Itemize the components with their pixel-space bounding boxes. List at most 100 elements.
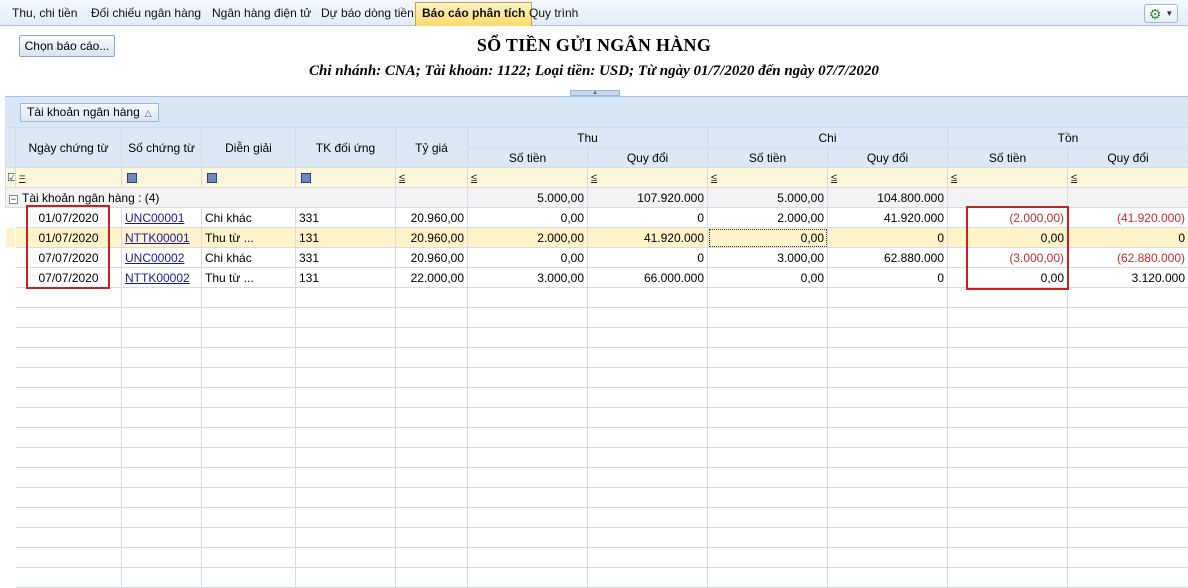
ribbon-tab-bar: Thu, chi tiền Đối chiếu ngân hàng Ngân h… [0, 0, 1188, 26]
cell-date[interactable]: 01/07/2020 [15, 227, 122, 248]
tab-quy-trinh[interactable]: Quy trình [523, 3, 584, 25]
filter-cell-description[interactable] [201, 167, 296, 188]
cell-ton-amount[interactable]: 0,00 [947, 227, 1069, 248]
filter-cell-ton-converted[interactable]: ≤ [1067, 167, 1188, 188]
filter-cell-thu-converted[interactable]: ≤ [587, 167, 708, 188]
cell-chi-amount-focused[interactable]: 0,00 [707, 227, 828, 248]
filter-cell-doc-no[interactable] [121, 167, 202, 188]
cell-exchange-rate[interactable]: 22.000,00 [395, 267, 468, 288]
cell-doc-no[interactable]: UNC00001 [121, 207, 202, 228]
tab-bao-cao-phan-tich[interactable]: Báo cáo phân tích [415, 2, 533, 26]
cell-thu-converted[interactable]: 0 [587, 207, 708, 228]
collapse-group-icon[interactable]: − [9, 194, 18, 204]
filter-cell-date[interactable]: = [15, 167, 122, 188]
column-band-ton: Tồn [947, 127, 1188, 148]
empty-row [5, 307, 1188, 328]
table-row-selected[interactable]: 01/07/2020 NTTK00001 Thu từ ... 131 20.9… [5, 227, 1188, 248]
group-total-thu-converted: 107.920.000 [587, 187, 708, 208]
empty-row [5, 547, 1188, 568]
cell-ton-amount[interactable]: (3.000,00) [947, 247, 1069, 268]
filter-row: ☑ = ≤ ≤ ≤ ≤ ≤ ≤ ≤ [5, 167, 1188, 188]
cell-chi-converted[interactable]: 62.880.000 [826, 247, 949, 268]
tab-du-bao-dong-tien[interactable]: Dự báo dòng tiền [315, 3, 420, 25]
cell-chi-converted[interactable]: 41.920.000 [826, 207, 949, 228]
settings-dropdown-button[interactable]: ⚙ ▼ [1144, 4, 1178, 23]
column-header-thu-amount[interactable]: Số tiền [467, 147, 588, 168]
column-header-chi-converted[interactable]: Quy đổi [826, 147, 949, 168]
sort-ascending-icon: △ [144, 108, 152, 118]
column-header-contra-account[interactable]: TK đối ứng [295, 127, 396, 168]
cell-chi-amount[interactable]: 2.000,00 [707, 207, 828, 228]
cell-chi-amount[interactable]: 0,00 [707, 267, 828, 288]
empty-row [5, 567, 1188, 588]
cell-thu-amount[interactable]: 0,00 [467, 207, 588, 228]
doc-link[interactable]: UNC00002 [125, 251, 184, 265]
cell-thu-converted[interactable]: 0 [587, 247, 708, 268]
cell-date[interactable]: 07/07/2020 [15, 247, 122, 268]
row-indicator-header [5, 127, 16, 168]
cell-exchange-rate[interactable]: 20.960,00 [395, 227, 468, 248]
cell-thu-amount[interactable]: 2.000,00 [467, 227, 588, 248]
cell-thu-converted[interactable]: 41.920.000 [587, 227, 708, 248]
column-header-thu-converted[interactable]: Quy đổi [587, 147, 708, 168]
cell-ton-converted[interactable]: (62.880.000) [1067, 247, 1188, 268]
cell-chi-converted[interactable]: 0 [826, 227, 949, 248]
tab-thu-chi-tien[interactable]: Thu, chi tiền [6, 3, 83, 25]
cell-description[interactable]: Thu từ ... [201, 227, 296, 248]
table-row[interactable]: 01/07/2020 UNC00001 Chi khác 331 20.960,… [5, 207, 1188, 228]
cell-thu-amount[interactable]: 3.000,00 [467, 267, 588, 288]
empty-row [5, 447, 1188, 468]
cell-description[interactable]: Chi khác [201, 247, 296, 268]
column-header-description[interactable]: Diễn giải [201, 127, 296, 168]
doc-link[interactable]: NTTK00002 [125, 271, 190, 285]
cell-date[interactable]: 07/07/2020 [15, 267, 122, 288]
table-row[interactable]: 07/07/2020 UNC00002 Chi khác 331 20.960,… [5, 247, 1188, 268]
group-by-chip[interactable]: Tài khoản ngân hàng △ [20, 103, 159, 122]
filter-editor-cell[interactable]: ☑ [5, 167, 16, 188]
cell-ton-converted[interactable]: 3.120.000 [1067, 267, 1188, 288]
doc-link[interactable]: UNC00001 [125, 211, 184, 225]
column-header-ton-converted[interactable]: Quy đổi [1067, 147, 1188, 168]
tab-ngan-hang-dien-tu[interactable]: Ngân hàng điện tử [206, 3, 317, 25]
table-row[interactable]: 07/07/2020 NTTK00002 Thu từ ... 131 22.0… [5, 267, 1188, 288]
cell-ton-amount[interactable]: 0,00 [947, 267, 1069, 288]
cell-thu-amount[interactable]: 0,00 [467, 247, 588, 268]
gear-icon: ⚙ [1148, 5, 1162, 22]
empty-row [5, 347, 1188, 368]
cell-date[interactable]: 01/07/2020 [15, 207, 122, 228]
cell-chi-converted[interactable]: 0 [826, 267, 949, 288]
column-header-ton-amount[interactable]: Số tiền [947, 147, 1069, 168]
column-header-date[interactable]: Ngày chứng từ [15, 127, 122, 168]
filter-cell-chi-converted[interactable]: ≤ [826, 167, 949, 188]
doc-link[interactable]: NTTK00001 [125, 231, 190, 245]
cell-exchange-rate[interactable]: 20.960,00 [395, 207, 468, 228]
cell-ton-converted[interactable]: (41.920.000) [1067, 207, 1188, 228]
filter-cell-thu-amount[interactable]: ≤ [467, 167, 588, 188]
column-header-chi-amount[interactable]: Số tiền [707, 147, 828, 168]
report-title: SỔ TIỀN GỬI NGÂN HÀNG [476, 35, 712, 55]
cell-contra-account[interactable]: 131 [295, 267, 396, 288]
cell-chi-amount[interactable]: 3.000,00 [707, 247, 828, 268]
cell-doc-no[interactable]: NTTK00001 [121, 227, 202, 248]
filter-cell-exchange-rate[interactable]: ≤ [395, 167, 468, 188]
cell-ton-amount[interactable]: (2.000,00) [947, 207, 1069, 228]
group-row[interactable]: − Tài khoản ngân hàng : (4) 5.000,00 107.… [5, 187, 1188, 208]
cell-contra-account[interactable]: 331 [295, 207, 396, 228]
cell-contra-account[interactable]: 131 [295, 227, 396, 248]
filter-cell-contra-account[interactable] [295, 167, 396, 188]
column-header-doc-no[interactable]: Số chứng từ [121, 127, 202, 168]
cell-thu-converted[interactable]: 66.000.000 [587, 267, 708, 288]
cell-contra-account[interactable]: 331 [295, 247, 396, 268]
cell-doc-no[interactable]: UNC00002 [121, 247, 202, 268]
cell-description[interactable]: Thu từ ... [201, 267, 296, 288]
group-label: Tài khoản ngân hàng : (4) [22, 190, 160, 205]
cell-doc-no[interactable]: NTTK00002 [121, 267, 202, 288]
cell-ton-converted[interactable]: 0 [1067, 227, 1188, 248]
column-header-exchange-rate[interactable]: Tỷ giá [395, 127, 468, 168]
cell-exchange-rate[interactable]: 20.960,00 [395, 247, 468, 268]
cell-description[interactable]: Chi khác [201, 207, 296, 228]
filter-cell-ton-amount[interactable]: ≤ [947, 167, 1069, 188]
group-total-chi-converted: 104.800.000 [826, 187, 949, 208]
filter-cell-chi-amount[interactable]: ≤ [707, 167, 828, 188]
tab-doi-chieu-ngan-hang[interactable]: Đối chiếu ngân hàng [85, 3, 207, 25]
